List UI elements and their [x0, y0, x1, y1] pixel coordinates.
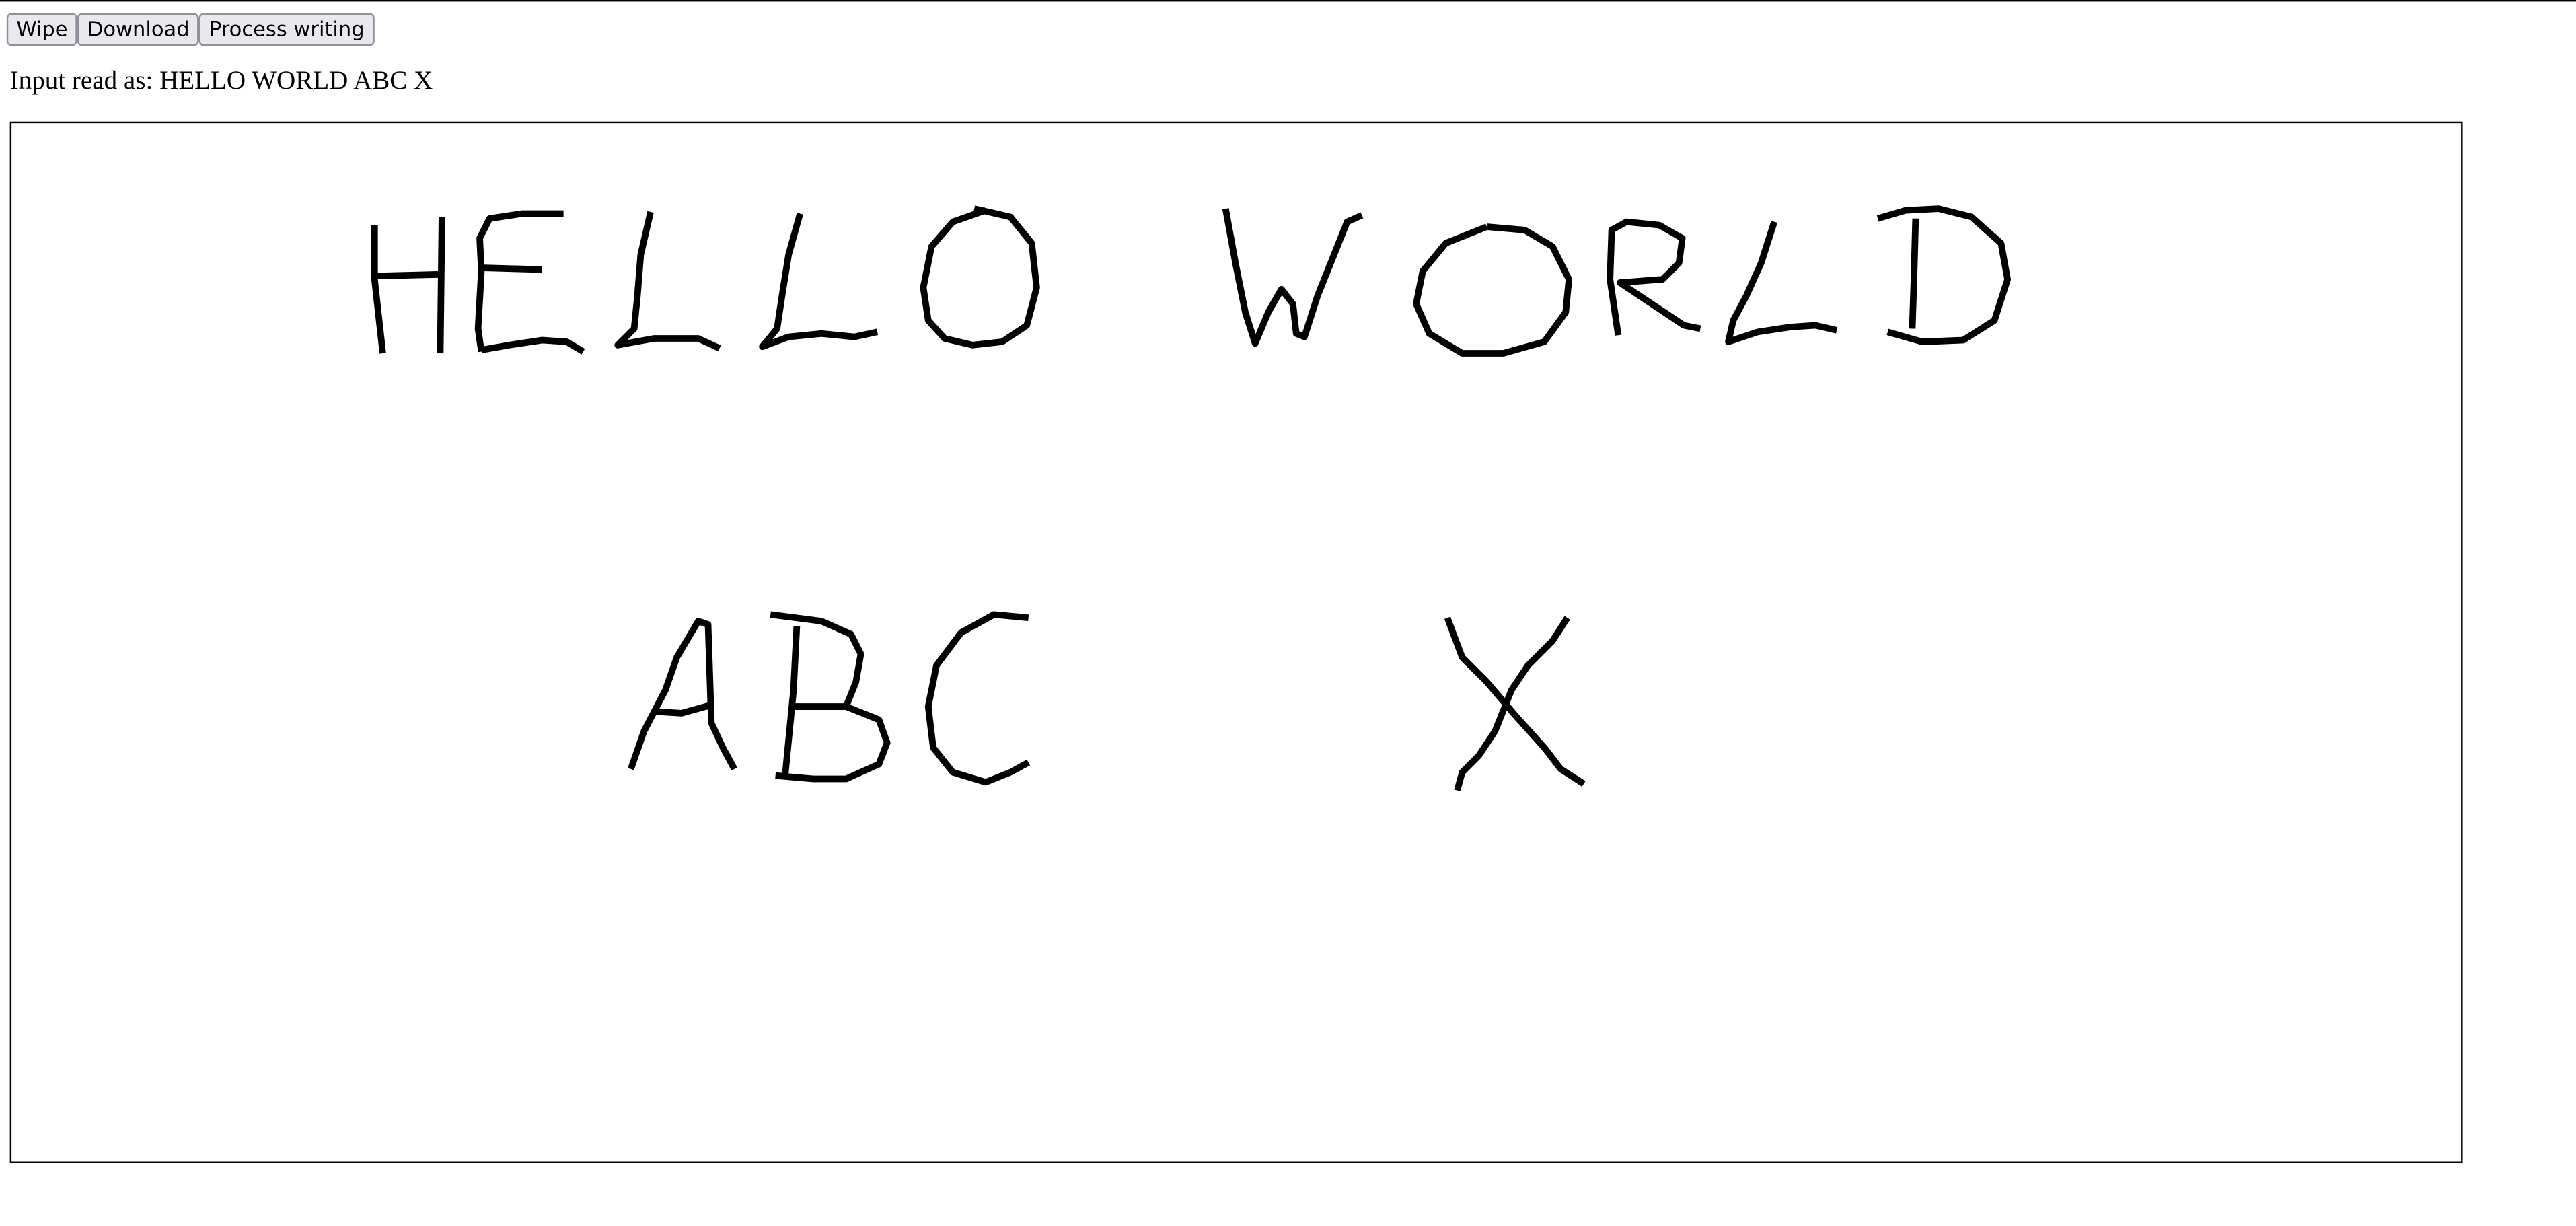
handwritten-x: [1444, 616, 1586, 791]
handwritten-abc: [628, 611, 1031, 786]
page: Wipe Download Process writing Input read…: [0, 0, 2576, 1226]
handwritten-world: [1222, 205, 2012, 357]
handwritten-hello: [371, 205, 1040, 355]
handwriting-strokes: [371, 205, 2012, 791]
